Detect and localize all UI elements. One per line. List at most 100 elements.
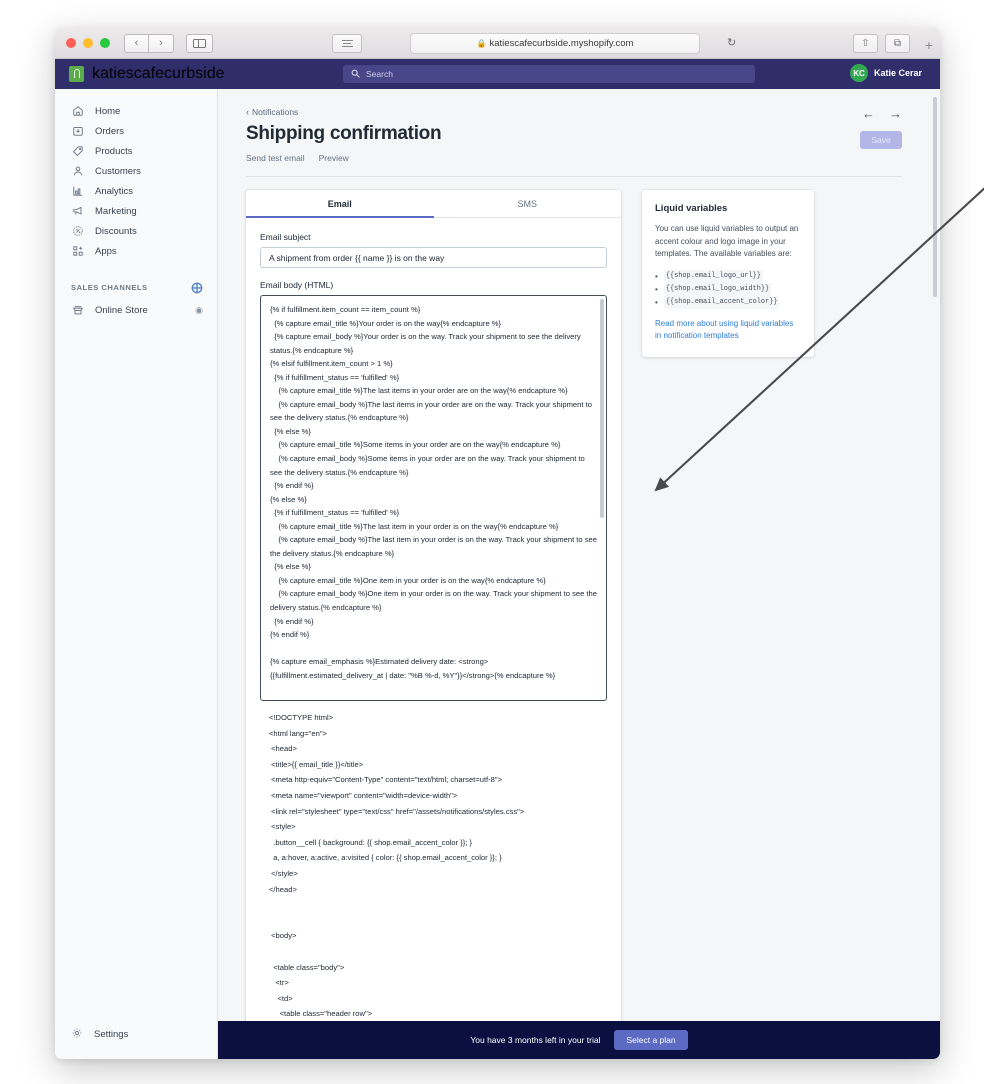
search-placeholder: Search	[366, 69, 393, 79]
user-menu[interactable]: KC Katie Cerar	[849, 64, 922, 82]
forward-button[interactable]: ›	[149, 33, 174, 53]
sidebar-item-apps[interactable]: Apps	[55, 241, 217, 261]
code-editor-scrollbar-thumb[interactable]	[600, 299, 604, 518]
user-name: Katie Cerar	[873, 68, 922, 78]
address-bar-url: katiescafecurbside.myshopify.com	[489, 38, 634, 49]
email-body-code-overflow: <!DOCTYPE html> <html lang="en"> <head> …	[260, 701, 607, 1053]
save-button[interactable]: Save	[860, 131, 902, 149]
sidebar-item-label: Analytics	[95, 185, 134, 197]
customers-person-icon	[71, 165, 84, 178]
sidebar-item-products[interactable]: Products	[55, 141, 217, 161]
list-item: • {{shop.email_logo_width}}	[655, 282, 801, 296]
breadcrumb[interactable]: ‹ Notifications	[246, 107, 902, 117]
sidebar: Home Orders Products Customers Analytics…	[55, 89, 218, 1059]
storefront-icon	[71, 304, 84, 317]
eye-icon[interactable]: ◉	[195, 305, 203, 316]
tab-overview-icon[interactable]: ⧉	[885, 34, 910, 53]
maximize-window-button[interactable]	[100, 38, 110, 48]
bullet-icon: •	[655, 297, 658, 307]
sidebar-item-label: Products	[95, 145, 133, 157]
sidebar-item-label: Marketing	[95, 205, 137, 217]
email-body-code-text: {% if fulfillment.item_count == item_cou…	[270, 305, 597, 680]
list-item: • {{shop.email_logo_url}}	[655, 269, 801, 283]
analytics-bar-chart-icon	[71, 185, 84, 198]
shop-brand[interactable]: katiescafecurbside	[69, 65, 269, 83]
search-input[interactable]: Search	[343, 65, 755, 83]
sidebar-item-orders[interactable]: Orders	[55, 121, 217, 141]
close-window-button[interactable]	[66, 38, 76, 48]
home-icon	[71, 105, 84, 118]
avatar: KC	[849, 64, 868, 82]
sidebar-item-label: Settings	[94, 1029, 129, 1040]
tab-email[interactable]: Email	[246, 190, 434, 218]
sidebar-item-customers[interactable]: Customers	[55, 161, 217, 181]
send-test-email-link[interactable]: Send test email	[246, 153, 305, 163]
main-content: ‹ Notifications Shipping confirmation Se…	[218, 89, 940, 1059]
trial-banner: You have 3 months left in your trial Sel…	[218, 1021, 940, 1059]
shop-name: katiescafecurbside	[92, 65, 225, 82]
liquid-docs-link[interactable]: Read more about using liquid variables i…	[655, 318, 801, 343]
chevron-left-icon: ‹	[246, 107, 249, 117]
browser-titlebar: ‹ › 🔒 katiescafecurbside.myshopify.com ↻…	[55, 28, 940, 59]
sidebar-item-label: Customers	[95, 165, 141, 177]
screenshot-root: ‹ › 🔒 katiescafecurbside.myshopify.com ↻…	[0, 0, 984, 1084]
liquid-variable: {{shop.email_logo_width}}	[663, 282, 772, 296]
email-body-code-overflow-text: <!DOCTYPE html> <html lang="en"> <head> …	[269, 713, 525, 1049]
sidebar-item-discounts[interactable]: Discounts	[55, 221, 217, 241]
minimize-window-button[interactable]	[83, 38, 93, 48]
tab-sms[interactable]: SMS	[434, 190, 622, 217]
email-body-code-editor[interactable]: {% if fulfillment.item_count == item_cou…	[260, 295, 607, 701]
trial-message: You have 3 months left in your trial	[470, 1035, 601, 1045]
browser-window: ‹ › 🔒 katiescafecurbside.myshopify.com ↻…	[55, 28, 940, 1059]
bullet-icon: •	[655, 271, 658, 281]
reload-icon[interactable]: ↻	[727, 36, 736, 49]
browser-right-buttons: ⇧ ⧉	[853, 34, 910, 53]
sales-channels-header: SALES CHANNELS ⨁	[55, 281, 217, 294]
sidebar-item-analytics[interactable]: Analytics	[55, 181, 217, 201]
sidebar-item-label: Home	[95, 105, 121, 117]
liquid-variables-panel: Liquid variables You can use liquid vari…	[642, 190, 814, 357]
sidebar-item-label: Orders	[95, 125, 125, 137]
address-bar[interactable]: 🔒 katiescafecurbside.myshopify.com	[410, 33, 700, 54]
panel-description: You can use liquid variables to output a…	[655, 224, 799, 258]
preview-link[interactable]: Preview	[319, 153, 349, 163]
app-body: Home Orders Products Customers Analytics…	[55, 89, 940, 1059]
page-scrollbar[interactable]	[933, 97, 937, 297]
new-tab-button[interactable]: +	[925, 37, 933, 53]
share-icon[interactable]: ⇧	[853, 34, 878, 53]
sidebar-item-marketing[interactable]: Marketing	[55, 201, 217, 221]
arrow-right-icon[interactable]: →	[889, 106, 902, 121]
subject-label: Email subject	[260, 232, 311, 242]
sidebar-item-online-store[interactable]: Online Store ◉	[55, 300, 217, 320]
lock-icon: 🔒	[476, 39, 487, 48]
content-columns: Email SMS Email subject A shipment from …	[246, 190, 902, 1059]
reader-view-icon[interactable]	[332, 34, 362, 53]
sidebar-toggle-button[interactable]	[186, 33, 213, 53]
sidebar-icon	[193, 38, 206, 48]
browser-nav-buttons: ‹ ›	[124, 33, 174, 53]
panel-title: Liquid variables	[655, 203, 728, 214]
sidebar-item-settings[interactable]: Settings	[55, 1027, 217, 1042]
liquid-variable-list: • {{shop.email_logo_url}} • {{shop.email_l…	[655, 269, 801, 309]
page-title: Shipping confirmation	[246, 123, 442, 144]
bullet-icon: •	[655, 284, 658, 294]
email-subject-input[interactable]: A shipment from order {{ name }} is on t…	[260, 247, 607, 268]
breadcrumb-label: Notifications	[252, 107, 299, 117]
sidebar-item-home[interactable]: Home	[55, 101, 217, 121]
products-tag-icon	[71, 145, 84, 158]
plus-circle-icon[interactable]: ⨁	[192, 281, 204, 294]
online-store-row: Online Store	[55, 300, 148, 320]
discounts-badge-icon	[71, 225, 84, 238]
list-item: • {{shop.email_accent_color}}	[655, 295, 801, 309]
arrow-left-icon[interactable]: ←	[862, 106, 875, 121]
back-button[interactable]: ‹	[124, 33, 149, 53]
page-subactions: Send test email Preview	[246, 153, 902, 163]
shopify-topbar: katiescafecurbside Search KC Katie Cerar	[55, 59, 940, 89]
channel-tabs: Email SMS	[246, 190, 621, 218]
gear-icon	[71, 1027, 83, 1042]
code-editor-scrollbar[interactable]	[600, 299, 604, 697]
header-divider	[246, 176, 902, 177]
orders-icon	[71, 125, 84, 138]
pagination-arrows: ← →	[862, 106, 902, 121]
select-a-plan-button[interactable]: Select a plan	[614, 1030, 688, 1050]
